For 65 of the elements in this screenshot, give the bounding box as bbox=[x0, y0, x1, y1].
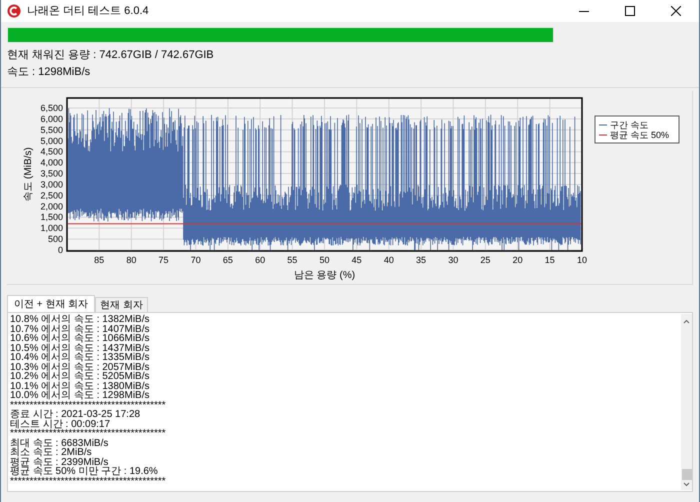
scrollbar[interactable] bbox=[681, 314, 692, 490]
close-icon bbox=[671, 6, 681, 16]
x-tick-label: 10 bbox=[577, 255, 587, 265]
scroll-down-icon[interactable] bbox=[683, 480, 690, 488]
log-line: 10.4% 에서의 속도 : 1335MiB/s bbox=[10, 353, 150, 362]
y-tick-label: 1,000 bbox=[40, 223, 63, 234]
x-tick-label: 70 bbox=[190, 255, 201, 265]
log-line: **************************************** bbox=[10, 400, 166, 410]
y-axis-title: 속도 (MiB/s) bbox=[23, 147, 34, 202]
log-line: 10.1% 에서의 속도 : 1380MiB/s bbox=[10, 382, 150, 391]
tab[interactable]: 이전 + 현재 회자 bbox=[7, 295, 96, 312]
log-line: 10.5% 에서의 속도 : 1437MiB/s bbox=[10, 344, 150, 353]
log-line: 10.7% 에서의 속도 : 1407MiB/s bbox=[10, 324, 150, 334]
maximize-icon bbox=[625, 6, 635, 16]
y-tick-label: 6,500 bbox=[40, 103, 63, 113]
x-tick-label: 75 bbox=[158, 255, 169, 265]
log-line: **************************************** bbox=[10, 429, 166, 438]
y-tick-label: 3,500 bbox=[40, 168, 63, 179]
x-tick-label: 30 bbox=[448, 255, 458, 265]
x-tick-label: 25 bbox=[480, 255, 490, 265]
x-tick-label: 40 bbox=[384, 255, 394, 265]
status-text: 속도 : 1298MiB/s bbox=[7, 66, 90, 79]
y-tick-label: 500 bbox=[48, 234, 63, 244]
log-textarea[interactable] bbox=[7, 312, 693, 492]
x-tick-label: 60 bbox=[255, 255, 266, 265]
x-tick-label: 15 bbox=[544, 255, 555, 265]
log-line: 최소 속도 : 2MiB/s bbox=[10, 448, 92, 458]
log-line: 최대 속도 : 6683MiB/s bbox=[10, 438, 108, 448]
scrollbar-thumb[interactable] bbox=[682, 469, 692, 480]
x-tick-label: 45 bbox=[352, 255, 362, 265]
x-tick-label: 35 bbox=[416, 255, 426, 265]
scroll-up-icon[interactable] bbox=[683, 318, 690, 326]
y-tick-label: 4,500 bbox=[40, 146, 63, 157]
status-text: 현재 채워진 용량 : 742.67GIB / 742.67GIB bbox=[7, 49, 214, 62]
log-line: 평균 속도 50% 미만 구간 : 19.6% bbox=[10, 467, 158, 476]
x-tick-label: 65 bbox=[222, 255, 233, 265]
x-tick-label: 85 bbox=[94, 255, 104, 265]
x-axis-title: 남은 용량 (%) bbox=[294, 270, 356, 281]
x-tick-label: 20 bbox=[512, 255, 523, 265]
y-tick-label: 2,000 bbox=[40, 201, 63, 212]
log-line: 10.3% 에서의 속도 : 2057MiB/s bbox=[10, 362, 150, 372]
app-logo-icon bbox=[7, 4, 21, 18]
legend-label: 평균 속도 50% bbox=[610, 130, 670, 140]
log-line: **************************************** bbox=[10, 476, 166, 486]
legend-label: 구간 속도 bbox=[610, 120, 649, 130]
log-line: 10.6% 에서의 속도 : 1066MiB/s bbox=[10, 334, 150, 344]
log-line: 10.2% 에서의 속도 : 5205MiB/s bbox=[10, 372, 150, 382]
log-line: 10.8% 에서의 속도 : 1382MiB/s bbox=[10, 315, 150, 324]
log-line: 종료 시간 : 2021-03-25 17:28 bbox=[10, 410, 140, 420]
x-tick-label: 55 bbox=[287, 255, 298, 265]
y-tick-label: 2,500 bbox=[40, 190, 63, 200]
y-tick-label: 1,500 bbox=[40, 212, 63, 222]
y-tick-label: 5,000 bbox=[40, 136, 63, 146]
y-tick-label: 5,500 bbox=[40, 124, 63, 135]
x-tick-label: 50 bbox=[320, 255, 330, 265]
window-title: 나래온 더티 테스트 6.0.4 bbox=[27, 4, 149, 19]
y-tick-label: 0 bbox=[58, 245, 63, 255]
y-tick-label: 4,000 bbox=[40, 158, 63, 168]
log-line: 테스트 시간 : 00:09:17 bbox=[10, 420, 110, 429]
y-tick-label: 3,000 bbox=[40, 179, 63, 190]
y-tick-label: 6,000 bbox=[40, 114, 63, 124]
x-tick-label: 80 bbox=[126, 255, 136, 265]
log-line: 평균 속도 : 2399MiB/s bbox=[10, 458, 108, 467]
log-line: 10.0% 에서의 속도 : 1298MiB/s bbox=[10, 391, 150, 400]
tab[interactable]: 현재 회자 bbox=[95, 297, 148, 312]
